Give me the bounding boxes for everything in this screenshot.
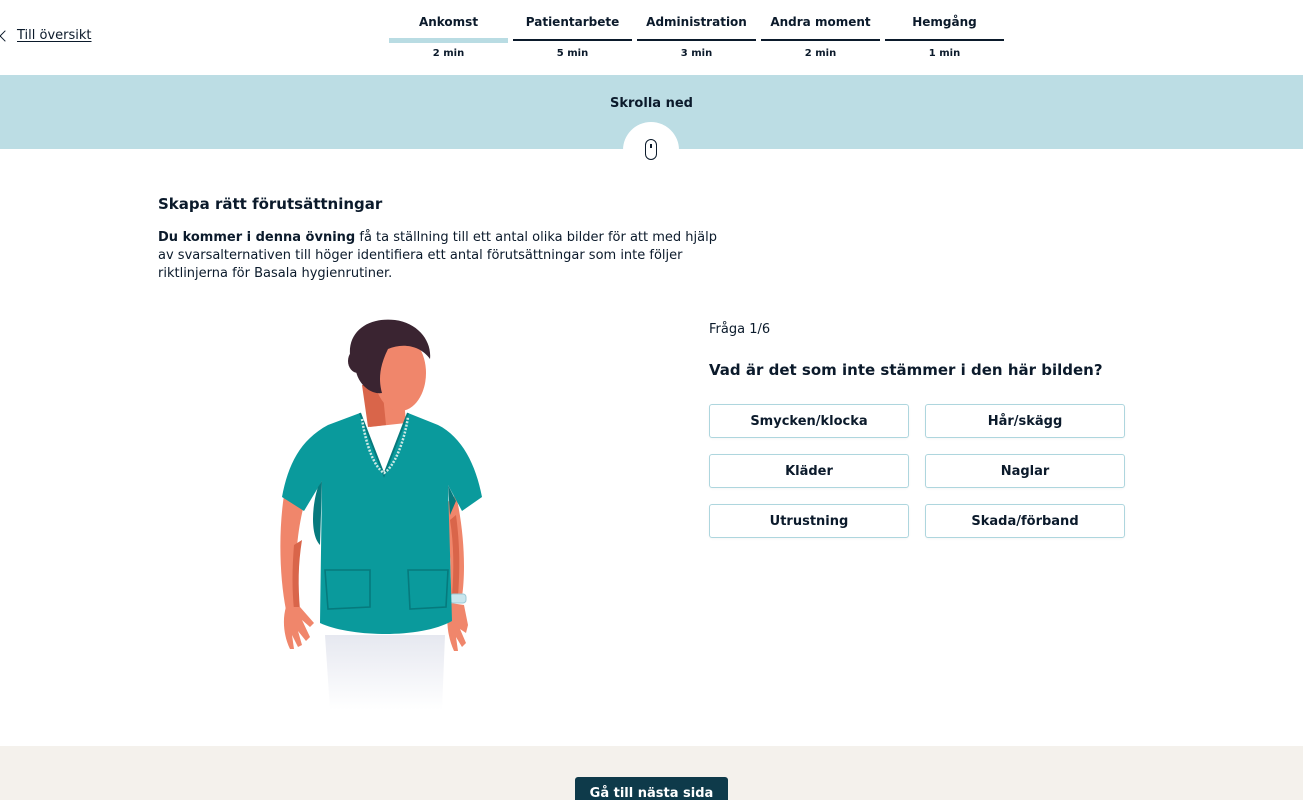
answer-klader[interactable]: Kläder [709, 454, 909, 488]
step-name: Hemgång [912, 15, 977, 29]
question-text: Vad är det som inte stämmer i den här bi… [709, 361, 1103, 379]
back-to-overview-link[interactable]: Till översikt [0, 28, 92, 43]
step-duration: 1 min [928, 48, 961, 59]
top-navigation: Till översikt Ankomst 2 min Patientarbet… [0, 0, 1303, 75]
chevron-left-icon [0, 29, 11, 42]
answer-skada-forband[interactable]: Skada/förband [925, 504, 1125, 538]
next-page-button[interactable]: Gå till nästa sida [575, 777, 728, 800]
answer-naglar[interactable]: Naglar [925, 454, 1125, 488]
step-duration: 2 min [432, 48, 465, 59]
answer-options: Smycken/klocka Hår/skägg Kläder Naglar U… [709, 404, 1125, 538]
step-hemgang[interactable]: Hemgång 1 min [885, 0, 1004, 75]
step-progress-bar [637, 39, 756, 41]
step-name: Ankomst [418, 15, 479, 29]
step-name: Administration [646, 15, 747, 29]
step-progress-bar [389, 38, 508, 43]
intro-paragraph: Du kommer i denna övning få ta ställning… [158, 229, 728, 283]
section-title: Skapa rätt förutsättningar [158, 195, 383, 213]
progress-steps: Ankomst 2 min Patientarbete 5 min Admini… [389, 0, 1004, 75]
intro-lead: Du kommer i denna övning [158, 230, 356, 245]
nurse-illustration [280, 319, 482, 710]
step-progress-bar [761, 39, 880, 41]
mouse-icon [645, 139, 657, 160]
step-duration: 3 min [680, 48, 713, 59]
step-duration: 2 min [804, 48, 837, 59]
step-patientarbete[interactable]: Patientarbete 5 min [513, 0, 632, 75]
question-counter: Fråga 1/6 [709, 322, 771, 337]
step-duration: 5 min [556, 48, 589, 59]
scroll-hint-label: Skrolla ned [610, 96, 693, 111]
step-name: Patientarbete [525, 15, 620, 29]
back-link-label: Till översikt [17, 28, 92, 43]
step-name: Andra moment [770, 15, 871, 29]
step-progress-bar [885, 39, 1004, 41]
answer-smycken-klocka[interactable]: Smycken/klocka [709, 404, 909, 438]
step-ankomst[interactable]: Ankomst 2 min [389, 0, 508, 75]
answer-har-skagg[interactable]: Hår/skägg [925, 404, 1125, 438]
step-andra-moment[interactable]: Andra moment 2 min [761, 0, 880, 75]
answer-utrustning[interactable]: Utrustning [709, 504, 909, 538]
step-progress-bar [513, 39, 632, 41]
step-administration[interactable]: Administration 3 min [637, 0, 756, 75]
